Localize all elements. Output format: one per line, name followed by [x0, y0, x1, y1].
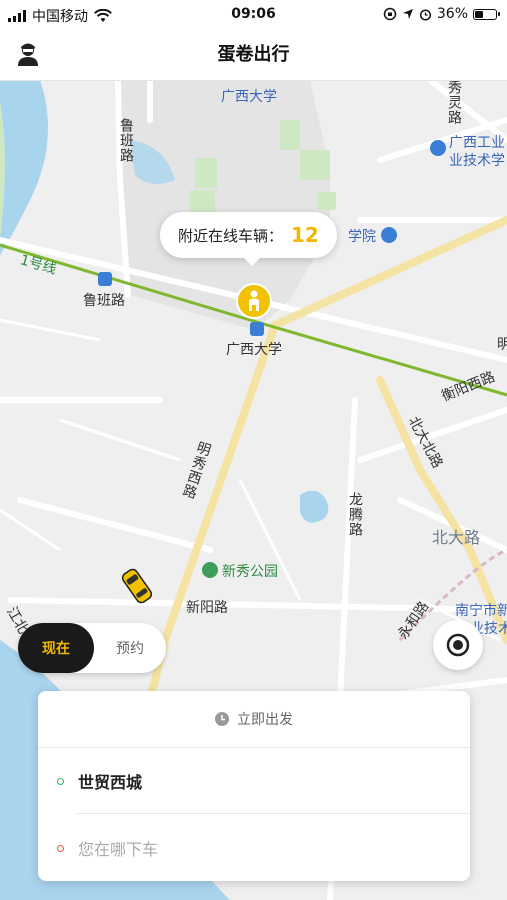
map-label-nanning-city: 南宁市新 — [455, 603, 507, 619]
metro-station-icon-2 — [250, 322, 264, 336]
clock-icon — [215, 712, 229, 726]
destination-dot-icon — [57, 844, 64, 852]
map-label-edge: 明 — [497, 337, 507, 353]
status-right: 36% — [383, 6, 500, 22]
nearby-vehicles-callout: 附近在线车辆： 12 — [160, 212, 337, 266]
map-label-beida: 北大路 — [432, 528, 481, 547]
origin-text: 世贸西城 — [78, 773, 143, 792]
nav-bar: 蛋卷出行 — [0, 28, 507, 81]
nearby-count: 12 — [291, 223, 319, 247]
alarm-icon — [419, 8, 431, 21]
nearby-label: 附近在线车辆： — [178, 226, 284, 245]
map-label-xiuling: 秀灵路 — [446, 80, 462, 125]
battery-icon — [473, 8, 500, 20]
orientation-lock-icon — [383, 7, 397, 21]
origin-dot-icon — [57, 777, 64, 785]
map-label-xueyuan: 学院 — [348, 229, 376, 245]
screen: 中国移动 09:06 36% 蛋卷出行 广西大学 鲁班路 秀灵路 广西工业 业技… — [0, 0, 507, 900]
user-location-pin-icon — [236, 283, 272, 319]
battery-fill — [475, 10, 483, 18]
school-icon — [430, 140, 446, 156]
ride-mode-toggle: 现在 预约 — [18, 623, 166, 673]
map-label-gx-industry-2: 业技术学 — [449, 153, 505, 169]
page-title: 蛋卷出行 — [217, 44, 290, 65]
destination-field[interactable]: 您在哪下车 — [38, 815, 470, 881]
map-label-guangxi-univ: 广西大学 — [226, 342, 282, 358]
map-label-guangxi-univ-top: 广西大学 — [221, 89, 277, 105]
locate-icon — [446, 633, 470, 657]
location-arrow-icon — [402, 9, 413, 19]
trip-card: 立即出发 世贸西城 您在哪下车 — [38, 691, 470, 881]
locate-button[interactable] — [433, 620, 483, 670]
origin-field[interactable]: 世贸西城 — [38, 748, 470, 814]
mode-now-button[interactable]: 现在 — [18, 623, 94, 673]
map-label-xinyang: 新阳路 — [186, 600, 228, 616]
map-label-gx-industry: 广西工业 — [449, 135, 505, 151]
map-label-xinxiu-park: 新秀公园 — [222, 564, 278, 580]
metro-station-icon — [98, 272, 112, 286]
destination-placeholder: 您在哪下车 — [78, 840, 159, 859]
depart-label: 立即出发 — [237, 712, 293, 728]
map-label-longteng: 龙腾路 — [347, 492, 363, 537]
status-bar: 中国移动 09:06 36% — [0, 0, 507, 28]
map-label-luban-vertical: 鲁班路 — [118, 118, 134, 163]
school-icon-2 — [381, 227, 397, 243]
battery-percent: 36% — [436, 6, 468, 22]
park-icon — [202, 562, 218, 578]
taxi-icon — [121, 568, 153, 604]
mode-reserve-button[interactable]: 预约 — [94, 623, 166, 673]
map-label-luban-road: 鲁班路 — [83, 293, 125, 309]
depart-time-selector[interactable]: 立即出发 — [38, 691, 470, 748]
